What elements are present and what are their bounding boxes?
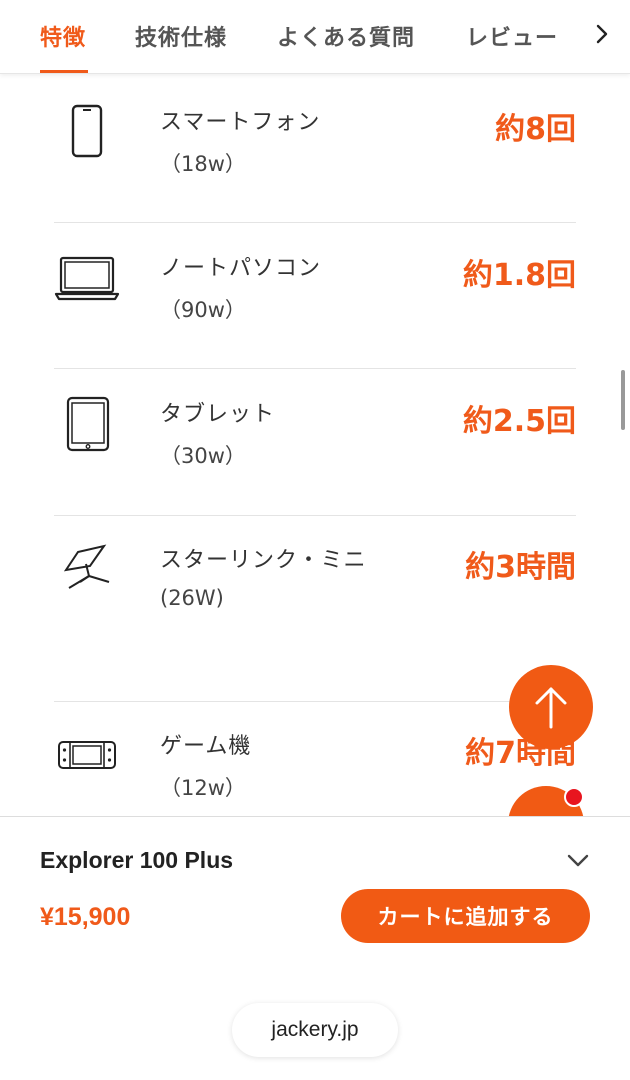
row-divider xyxy=(54,515,576,516)
chevron-right-icon[interactable] xyxy=(590,20,614,48)
row-divider xyxy=(54,368,576,369)
tab-specs[interactable]: 技術仕様 xyxy=(135,20,227,52)
device-row-smartphone: スマートフォン （18w） 約8回 xyxy=(54,104,576,214)
add-to-cart-button[interactable]: カートに追加する xyxy=(341,889,590,943)
tablet-icon xyxy=(54,396,120,462)
row-divider xyxy=(54,222,576,223)
device-row-tablet: タブレット （30w） 約2.5回 xyxy=(54,396,576,506)
device-name: ノートパソコン xyxy=(160,256,322,281)
section-tab-bar: 特徴 技術仕様 よくある質問 レビュー xyxy=(0,0,630,74)
runtime: 約3時間 xyxy=(465,550,576,585)
device-wattage: (26W) xyxy=(160,586,224,610)
tab-reviews[interactable]: レビュー xyxy=(466,20,558,52)
charge-count: 約1.8回 xyxy=(462,258,576,293)
active-tab-indicator xyxy=(40,70,88,73)
device-name: スマートフォン xyxy=(160,110,321,135)
arrow-up-icon xyxy=(535,687,567,729)
back-to-top-button[interactable] xyxy=(509,665,593,749)
chevron-down-icon[interactable] xyxy=(566,851,590,871)
game-console-icon xyxy=(54,728,120,794)
charge-count: 約8回 xyxy=(495,112,576,147)
satellite-dish-icon xyxy=(54,542,120,608)
sticky-product-bar: Explorer 100 Plus ¥15,900 カートに追加する jacke… xyxy=(0,816,630,1080)
device-wattage: （18w） xyxy=(160,152,246,176)
product-price: ¥15,900 xyxy=(40,903,131,931)
device-row-game-console: ゲーム機 （12w） 約7時間 xyxy=(54,728,576,818)
row-divider xyxy=(54,701,576,702)
charge-count: 約2.5回 xyxy=(462,404,576,439)
device-wattage: （30w） xyxy=(160,444,246,468)
device-wattage: （90w） xyxy=(160,298,246,322)
device-wattage: （12w） xyxy=(160,776,246,800)
product-name: Explorer 100 Plus xyxy=(40,847,234,873)
device-row-starlink-mini: スターリンク・ミニ (26W) 約3時間 xyxy=(54,542,576,672)
device-row-laptop: ノートパソコン （90w） 約1.8回 xyxy=(54,250,576,360)
scrollbar-thumb[interactable] xyxy=(621,370,625,430)
laptop-icon xyxy=(54,250,120,316)
device-name: タブレット xyxy=(160,402,276,427)
tab-features[interactable]: 特徴 xyxy=(40,20,86,52)
browser-url-bar[interactable]: jackery.jp xyxy=(232,1003,398,1057)
tab-faq[interactable]: よくある質問 xyxy=(277,20,415,52)
device-name: スターリンク・ミニ xyxy=(160,548,367,573)
device-name: ゲーム機 xyxy=(160,734,252,759)
smartphone-icon xyxy=(54,104,120,170)
notification-badge xyxy=(564,787,584,807)
